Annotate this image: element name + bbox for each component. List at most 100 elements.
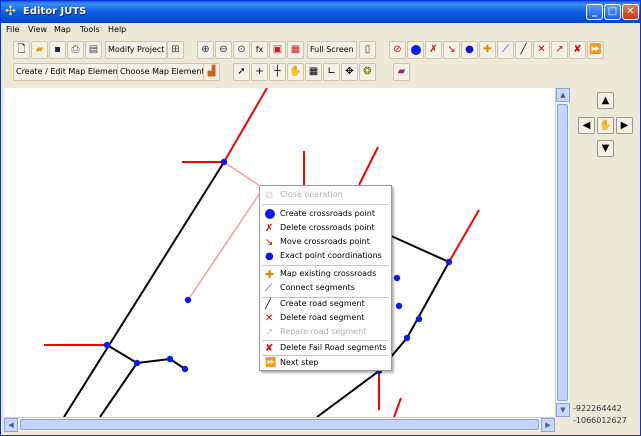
add-point-icon[interactable]: + [251, 63, 268, 81]
selected-road-segment[interactable] [187, 192, 261, 301]
menu-item-repair-road[interactable]: ↗ Repare road segment [260, 325, 391, 339]
repair-road-tool-icon[interactable]: ↗ [551, 41, 568, 59]
grid-icon[interactable]: ▦ [305, 63, 322, 81]
road-segment[interactable] [406, 261, 450, 339]
move-icon[interactable]: ✥ [341, 63, 358, 81]
crossroad-point[interactable] [103, 341, 111, 349]
menu-tools[interactable]: Tools [80, 25, 100, 34]
delete-fail-road-tool-icon[interactable]: ✘ [569, 41, 586, 59]
hand-pan-icon[interactable]: ✋ [287, 63, 304, 81]
project-settings-icon[interactable]: ⊞ [167, 41, 184, 59]
exact-point-tool-icon[interactable]: ● [461, 41, 478, 59]
print-icon[interactable]: ⎙ [67, 41, 84, 59]
delete-crossroads-icon: ✗ [265, 223, 274, 234]
map-frame-icon[interactable]: ▣ [269, 41, 286, 59]
document-icon[interactable]: ▯ [359, 41, 376, 59]
scroll-left-icon[interactable]: ◀ [4, 418, 18, 432]
crossroad-point[interactable] [395, 302, 403, 310]
crossroad-point[interactable] [184, 296, 192, 304]
horizontal-scrollbar[interactable]: ◀ ▶ [4, 417, 555, 432]
crosshair-icon[interactable]: ┼ [269, 63, 286, 81]
pan-right-icon[interactable]: ▶ [616, 117, 633, 134]
crossroad-point[interactable] [181, 365, 189, 373]
move-crossroads-icon: ↘ [265, 237, 274, 248]
export-icon[interactable]: ▤ [85, 41, 102, 59]
maximize-button[interactable]: □ [604, 4, 621, 20]
vertical-scroll-thumb[interactable] [557, 104, 568, 401]
close-window-button[interactable]: ✕ [622, 4, 639, 20]
menu-item-create-road[interactable]: ╱ Create road segment [260, 297, 391, 311]
menu-item-delete-road[interactable]: ✕ Delete road segment [260, 311, 391, 325]
select-arrow-icon[interactable]: ➚ [233, 63, 250, 81]
menu-item-delete-crossroads[interactable]: ✗ Delete crossroads point [260, 221, 391, 235]
move-crossroads-tool-icon[interactable]: ↘ [443, 41, 460, 59]
scroll-down-icon[interactable]: ▼ [556, 403, 570, 417]
menu-item-connect-segments[interactable]: ⟋ Connect segments [260, 281, 391, 295]
crossroad-point[interactable] [445, 258, 453, 266]
minimize-button[interactable]: _ [586, 4, 603, 20]
menu-item-next-step[interactable]: ⏩ Next step [260, 356, 391, 370]
save-icon[interactable]: ▪ [49, 41, 66, 59]
new-file-icon[interactable]: 🗋 [13, 41, 30, 59]
layers-icon[interactable]: ❂ [359, 63, 376, 81]
menu-map[interactable]: Map [54, 25, 71, 34]
road-segment[interactable] [136, 358, 171, 364]
choose-map-element-button[interactable]: Choose Map Element [117, 63, 208, 81]
zoom-reset-icon[interactable]: ⊙ [233, 41, 250, 59]
crossroad-point[interactable] [403, 334, 411, 342]
map-crossroads-tool-icon[interactable]: ✚ [479, 41, 496, 59]
modify-project-button[interactable]: Modify Project [105, 41, 168, 59]
pan-left-icon[interactable]: ◀ [578, 117, 595, 134]
road-segment[interactable] [316, 370, 380, 417]
open-folder-icon[interactable]: ▰ [31, 41, 48, 59]
zoom-in-icon[interactable]: ⊕ [197, 41, 214, 59]
menu-item-move-crossroads[interactable]: ↘ Move crossroads point [260, 235, 391, 249]
book-icon[interactable]: ▰ [393, 63, 410, 81]
road-segment[interactable] [99, 362, 138, 417]
menu-item-close-operation[interactable]: ⊘ Close operation [260, 188, 391, 202]
pan-down-icon[interactable]: ▼ [597, 140, 614, 157]
menu-item-exact-point[interactable]: ● Exact point coordinations [260, 249, 391, 263]
crossroad-point[interactable] [166, 355, 174, 363]
menu-item-map-crossroads[interactable]: ✚ Map existing crossroads [260, 267, 391, 281]
scroll-up-icon[interactable]: ▲ [556, 88, 570, 102]
create-crossroads-tool-icon[interactable] [407, 41, 424, 59]
road-segment[interactable] [388, 234, 450, 263]
menu-file[interactable]: File [6, 25, 19, 34]
menu-item-create-crossroads[interactable]: Create crossroads point [260, 207, 391, 221]
full-screen-button[interactable]: Full Screen [307, 41, 357, 59]
scroll-right-icon[interactable]: ▶ [541, 418, 555, 432]
pan-up-icon[interactable]: ▲ [597, 92, 614, 109]
title-bar[interactable]: ✣ Editor JUTS _ □ ✕ [1, 1, 640, 23]
menu-view[interactable]: View [28, 25, 47, 34]
crossroad-point[interactable] [393, 274, 401, 282]
fail-road-segment[interactable] [393, 397, 402, 417]
zoom-fit-button[interactable]: fx [251, 41, 268, 59]
create-edit-map-element-button[interactable]: Create / Edit Map Element [13, 63, 124, 81]
delete-road-tool-icon[interactable]: ✕ [533, 41, 550, 59]
connect-segments-tool-icon[interactable]: ⟋ [497, 41, 514, 59]
crossroad-point[interactable] [220, 158, 228, 166]
road-segment[interactable] [63, 161, 225, 417]
crossroad-point[interactable] [133, 359, 141, 367]
delete-crossroads-tool-icon[interactable]: ✗ [425, 41, 442, 59]
vertical-scrollbar[interactable]: ▲ ▼ [555, 88, 570, 417]
horizontal-scroll-thumb[interactable] [20, 419, 539, 430]
fail-road-segment[interactable] [358, 146, 379, 186]
road-segment[interactable] [106, 344, 138, 364]
next-step-tool-icon[interactable]: ⏩ [587, 41, 604, 59]
zoom-out-icon[interactable]: ⊖ [215, 41, 232, 59]
angle-icon[interactable]: ∟ [323, 63, 340, 81]
chart-icon[interactable]: ▟ [203, 63, 220, 81]
fail-road-segment[interactable] [223, 88, 268, 163]
menu-help[interactable]: Help [108, 25, 126, 34]
selected-road-segment[interactable] [223, 161, 261, 187]
menu-separator [262, 265, 389, 266]
create-road-tool-icon[interactable]: ╱ [515, 41, 532, 59]
pan-hand-icon[interactable]: ✋ [597, 117, 614, 134]
crossroad-point[interactable] [415, 315, 423, 323]
map-view-icon[interactable]: ▦ [287, 41, 304, 59]
close-operation-tool-icon[interactable]: ⊘ [389, 41, 406, 59]
menu-item-delete-fail-road[interactable]: ✘ Delete Fail Road segments [260, 341, 391, 355]
fail-road-segment[interactable] [448, 209, 480, 263]
